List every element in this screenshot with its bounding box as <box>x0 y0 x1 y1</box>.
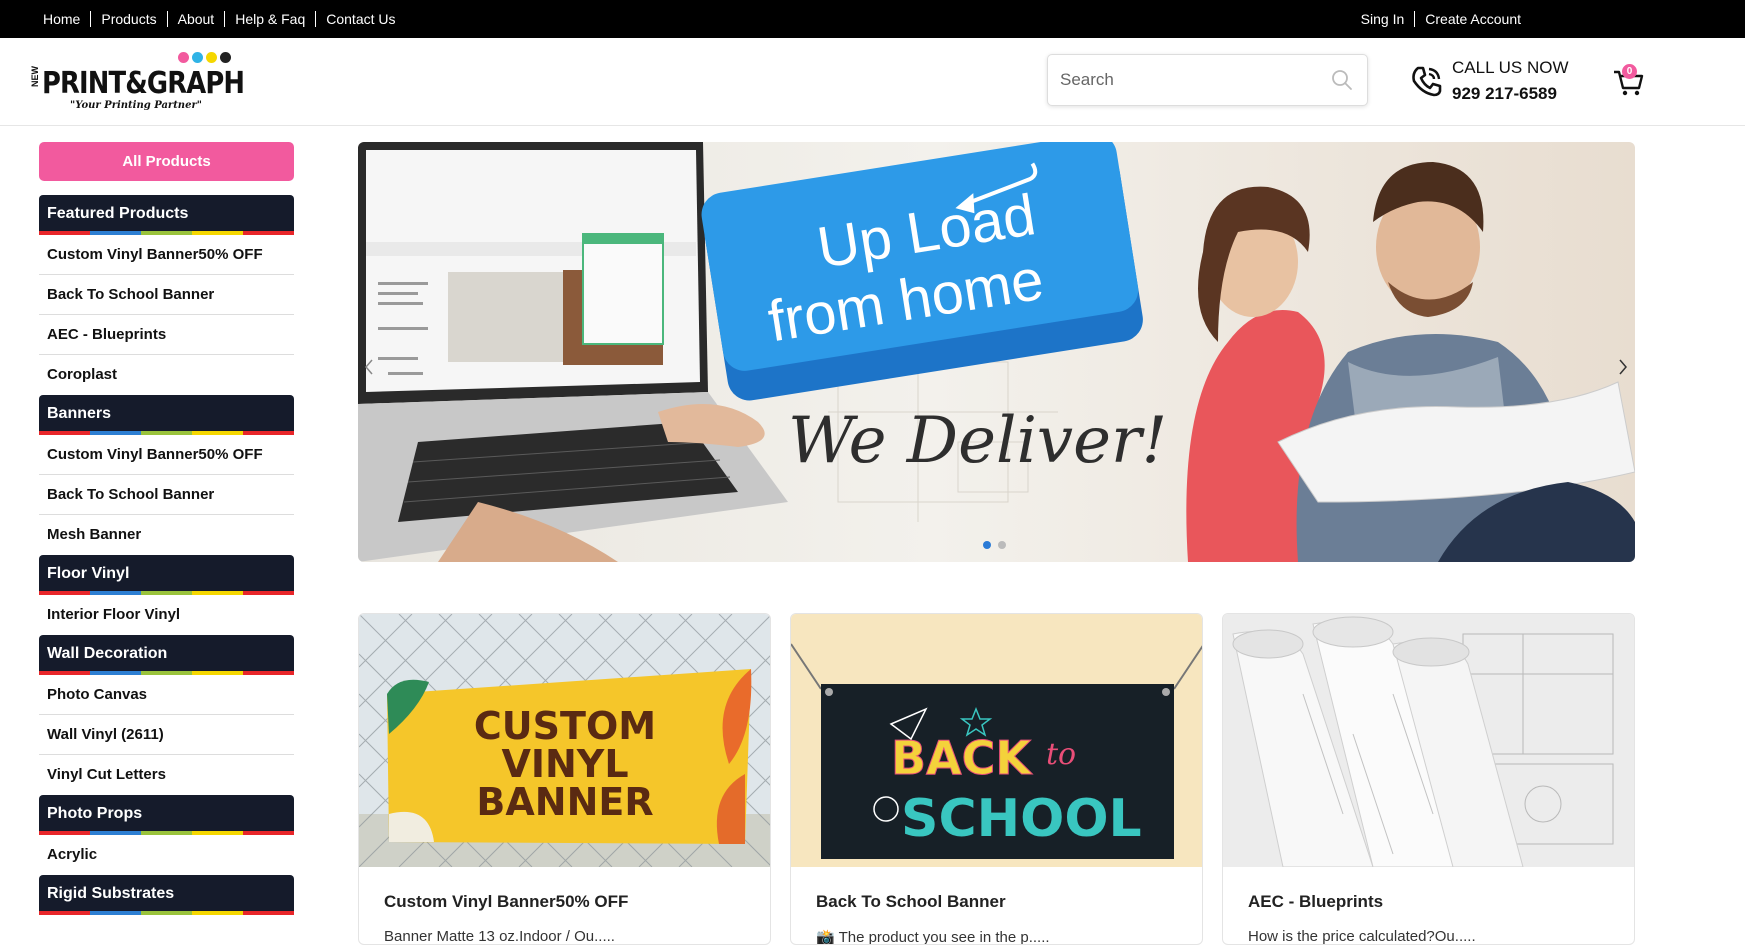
account-links: Sing In Create Account <box>1351 0 1531 38</box>
cart-count-badge: 0 <box>1622 64 1637 79</box>
carousel-dot[interactable] <box>998 541 1006 549</box>
logo-wordmark: PRINT&GRAPH <box>42 66 245 101</box>
logo-tagline: "Your Printing Partner" <box>70 100 202 111</box>
category-rigid-substrates[interactable]: Rigid Substrates <box>39 875 294 915</box>
phone-icon <box>1409 63 1445 104</box>
category-title: Banners <box>47 405 112 422</box>
product-image-back-to-school[interactable]: BACK to SCHOOL <box>791 614 1202 867</box>
color-stripe <box>39 231 294 235</box>
product-description: Banner Matte 13 oz.Indoor / Ou..... <box>384 928 615 945</box>
color-stripe <box>39 591 294 595</box>
school-text-to: to <box>1046 737 1076 772</box>
site-logo[interactable]: NEW PRINT&GRAPH "Your Printing Partner" <box>30 52 245 112</box>
product-title[interactable]: Back To School Banner <box>816 892 1006 912</box>
banner-deliver-text: We Deliver! <box>788 404 1167 478</box>
category-banners[interactable]: Banners <box>39 395 294 435</box>
sidebar-item[interactable]: Interior Floor Vinyl <box>39 595 294 635</box>
call-us-label: CALL US NOW <box>1452 58 1569 77</box>
logo-new-text: NEW <box>30 66 40 87</box>
search-input[interactable] <box>1060 69 1310 91</box>
sidebar-item[interactable]: Photo Canvas <box>39 675 294 715</box>
site-header: NEW PRINT&GRAPH "Your Printing Partner" … <box>0 38 1745 126</box>
nav-home-link[interactable]: Home <box>33 11 92 27</box>
category-title: Photo Props <box>47 805 143 822</box>
product-card[interactable]: BACK to SCHOOL Back To School Banner 📸 T… <box>790 613 1203 945</box>
search-box <box>1047 54 1368 106</box>
nav-help-link[interactable]: Help & Faq <box>225 11 317 27</box>
sidebar-item[interactable]: Back To School Banner <box>39 275 294 315</box>
nav-about-link[interactable]: About <box>168 11 226 27</box>
sidebar-item[interactable]: Mesh Banner <box>39 515 294 555</box>
product-card[interactable]: CUSTOM VINYL BANNER Custom Vinyl Banner5… <box>358 613 771 945</box>
logo-dots <box>178 52 231 63</box>
product-title[interactable]: Custom Vinyl Banner50% OFF <box>384 892 628 912</box>
color-stripe <box>39 831 294 835</box>
sidebar-item[interactable]: Vinyl Cut Letters <box>39 755 294 795</box>
product-description: How is the price calculated?Ou..... <box>1248 928 1476 945</box>
top-nav: Home Products About Help & Faq Contact U… <box>33 0 406 38</box>
product-description: 📸 The product you see in the p..... <box>816 929 1050 945</box>
product-title[interactable]: AEC - Blueprints <box>1248 892 1383 912</box>
category-photo-props[interactable]: Photo Props <box>39 795 294 835</box>
sidebar-item[interactable]: Back To School Banner <box>39 475 294 515</box>
product-card[interactable]: AEC - Blueprints How is the price calcul… <box>1222 613 1635 945</box>
hero-banner-image: Up Load from home We Deliver! <box>358 142 1635 562</box>
carousel-next-icon[interactable] <box>1619 359 1627 375</box>
school-text-back: BACK <box>891 731 1033 785</box>
banner-text-line3: BANNER <box>476 780 653 824</box>
carousel-dot[interactable] <box>983 541 991 549</box>
color-stripe <box>39 911 294 915</box>
sidebar-item[interactable]: AEC - Blueprints <box>39 315 294 355</box>
category-floor-vinyl[interactable]: Floor Vinyl <box>39 555 294 595</box>
category-sidebar: All Products Featured Products Custom Vi… <box>39 142 294 915</box>
top-bar: Home Products About Help & Faq Contact U… <box>0 0 1745 38</box>
school-text-school: SCHOOL <box>901 789 1142 849</box>
sidebar-item[interactable]: Custom Vinyl Banner50% OFF <box>39 435 294 475</box>
color-stripe <box>39 431 294 435</box>
category-featured-products[interactable]: Featured Products <box>39 195 294 235</box>
color-stripe <box>39 671 294 675</box>
nav-products-link[interactable]: Products <box>91 11 168 27</box>
category-title: Wall Decoration <box>47 645 168 662</box>
product-image-vinyl-banner[interactable]: CUSTOM VINYL BANNER <box>359 614 770 867</box>
sidebar-item[interactable]: Wall Vinyl (2611) <box>39 715 294 755</box>
hero-banner[interactable]: Up Load from home We Deliver! <box>358 142 1635 562</box>
carousel-indicators <box>983 541 1006 549</box>
sign-in-link[interactable]: Sing In <box>1351 11 1416 27</box>
category-title: Rigid Substrates <box>47 885 175 902</box>
all-products-button[interactable]: All Products <box>39 142 294 181</box>
sidebar-item[interactable]: Custom Vinyl Banner50% OFF <box>39 235 294 275</box>
sidebar-item[interactable]: Acrylic <box>39 835 294 875</box>
phone-number[interactable]: 929 217-6589 <box>1452 84 1557 104</box>
category-title: Floor Vinyl <box>47 565 130 582</box>
create-account-link[interactable]: Create Account <box>1415 11 1531 27</box>
category-title: Featured Products <box>47 205 189 222</box>
product-image-blueprints[interactable] <box>1223 614 1634 867</box>
nav-contact-link[interactable]: Contact Us <box>316 11 405 27</box>
sidebar-item[interactable]: Coroplast <box>39 355 294 395</box>
search-icon[interactable] <box>1331 69 1353 96</box>
category-wall-decoration[interactable]: Wall Decoration <box>39 635 294 675</box>
